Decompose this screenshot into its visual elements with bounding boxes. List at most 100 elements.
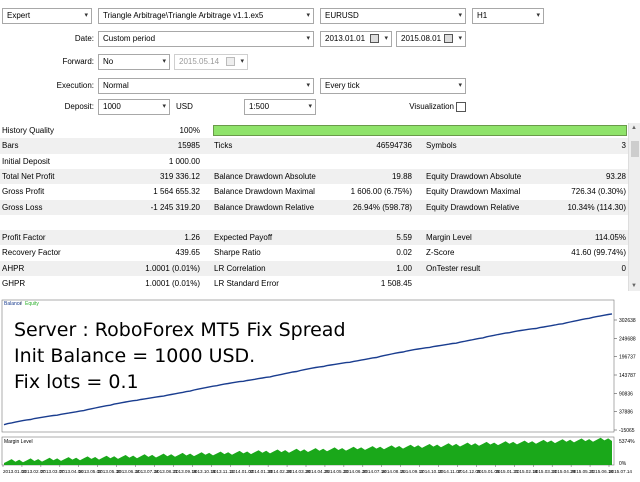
chevron-down-icon: ▾ bbox=[306, 35, 310, 42]
overlay-line-server: Server : RoboForex MT5 Fix Spread bbox=[14, 319, 346, 341]
stat-label: OnTester result bbox=[426, 263, 481, 273]
stat-value: 5.59 bbox=[396, 233, 412, 243]
deposit-value: 1000 bbox=[103, 102, 121, 111]
stat-value: 1 000.00 bbox=[168, 156, 200, 166]
stat-value: 1.0001 (0.01%) bbox=[145, 279, 200, 288]
stat-value: 10.34% (114.30) bbox=[567, 202, 626, 212]
scroll-thumb[interactable] bbox=[631, 141, 639, 157]
stat-value: 93.28 bbox=[605, 171, 626, 181]
stats-row: AHPR 1.0001 (0.01%) LR Correlation 1.00 OnTe… bbox=[0, 260, 628, 276]
stat-value: 439.65 bbox=[175, 248, 200, 258]
chevron-down-icon: ▾ bbox=[162, 58, 166, 65]
history-quality-label: History Quality bbox=[2, 126, 55, 135]
y-tick-label: -15065 bbox=[619, 428, 635, 434]
stat-label: Total Net Profit bbox=[2, 171, 55, 181]
date-to-picker[interactable]: 2015.08.01 ▾ bbox=[396, 31, 466, 47]
y-tick-label: 143787 bbox=[619, 373, 636, 379]
stats-row bbox=[0, 215, 628, 230]
forward-value: No bbox=[103, 57, 114, 66]
chevron-down-icon: ▾ bbox=[162, 103, 166, 110]
chevron-down-icon: ▾ bbox=[458, 12, 462, 19]
stat-value: 3 bbox=[621, 141, 626, 151]
date-mode-select[interactable]: Custom period ▾ bbox=[98, 31, 314, 47]
execution-select[interactable]: Normal ▾ bbox=[98, 78, 314, 94]
stat-label: Z-Score bbox=[426, 248, 455, 258]
expert-select[interactable]: Triangle Arbitrage\Triangle Arbitrage v1… bbox=[98, 8, 314, 24]
stat-value: 1 508.45 bbox=[380, 279, 412, 288]
stat-value: 26.94% (598.78) bbox=[352, 202, 412, 212]
stats-row: Gross Loss -1 245 319.20 Balance Drawdown … bbox=[0, 199, 628, 215]
overlay-line-balance: Init Balance = 1000 USD. bbox=[14, 345, 256, 367]
currency-label: USD bbox=[176, 102, 193, 111]
chevron-down-icon: ▾ bbox=[536, 12, 540, 19]
stats-row: Recovery Factor 439.65 Sharpe Ratio 0.02 Z-S… bbox=[0, 245, 628, 260]
deposit-select[interactable]: 1000 ▾ bbox=[98, 99, 170, 115]
expert-value: Triangle Arbitrage\Triangle Arbitrage v1… bbox=[103, 11, 264, 20]
stat-label: Profit Factor bbox=[2, 233, 46, 243]
stat-label: Margin Level bbox=[426, 233, 472, 243]
forward-select[interactable]: No ▾ bbox=[98, 54, 170, 70]
stat-value: 726.34 (0.30%) bbox=[571, 187, 626, 197]
chevron-down-icon: ▾ bbox=[240, 58, 244, 65]
forward-date-picker[interactable]: 2015.05.14 ▾ bbox=[174, 54, 248, 70]
margin-tick-top: 5374% bbox=[619, 439, 635, 445]
deposit-label: Deposit: bbox=[64, 102, 94, 111]
stat-value: 114.05% bbox=[595, 233, 626, 243]
stats-row: Gross Profit 1 564 655.32 Balance Drawdown… bbox=[0, 184, 628, 199]
tick-model-select[interactable]: Every tick ▾ bbox=[320, 78, 466, 94]
leverage-value: 1:500 bbox=[249, 102, 270, 111]
legend-equity: Equity bbox=[25, 301, 39, 307]
date-to-value: 2015.08.01 bbox=[401, 34, 442, 43]
stat-label: Gross Loss bbox=[2, 202, 43, 212]
stat-label: Recovery Factor bbox=[2, 248, 61, 258]
chevron-down-icon: ▾ bbox=[306, 12, 310, 19]
y-tick-label: 196737 bbox=[619, 355, 636, 361]
execution-label: Execution: bbox=[56, 81, 94, 90]
chevron-down-icon: ▾ bbox=[308, 103, 312, 110]
timeframe-select[interactable]: H1 ▾ bbox=[472, 8, 544, 24]
stats-row: Initial Deposit 1 000.00 bbox=[0, 154, 628, 169]
y-tick-label: 302638 bbox=[619, 318, 636, 324]
scroll-up-icon[interactable]: ▲ bbox=[631, 125, 637, 131]
stat-value: 41.60 (99.74%) bbox=[571, 248, 626, 258]
forward-date-value: 2015.05.14 bbox=[179, 57, 220, 66]
stat-label: Sharpe Ratio bbox=[214, 248, 261, 258]
overlay-line-lots: Fix lots = 0.1 bbox=[14, 371, 139, 393]
chevron-down-icon: ▾ bbox=[458, 82, 462, 89]
stats-row: Bars 15985 Ticks 46594736 Symbols 3 bbox=[0, 138, 628, 154]
y-tick-label: 37886 bbox=[619, 410, 633, 416]
stat-value: 0.02 bbox=[396, 248, 412, 258]
stat-label: Equity Drawdown Maximal bbox=[426, 187, 521, 197]
tick-model-value: Every tick bbox=[325, 81, 360, 90]
stat-value: -1 245 319.20 bbox=[150, 202, 200, 212]
forward-label: Forward: bbox=[62, 57, 94, 66]
stat-label: Ticks bbox=[214, 141, 233, 151]
stat-label: AHPR bbox=[2, 263, 25, 273]
stat-value: 46594736 bbox=[376, 141, 412, 151]
margin-tick-bottom: 0% bbox=[619, 461, 627, 467]
scroll-down-icon[interactable]: ▼ bbox=[631, 283, 637, 289]
stat-value: 1.00 bbox=[396, 263, 412, 273]
mode-select[interactable]: Expert ▾ bbox=[2, 8, 92, 24]
stats-scrollbar[interactable]: ▲ ▼ bbox=[628, 123, 640, 291]
chevron-down-icon: ▾ bbox=[384, 35, 388, 42]
stat-value: 15985 bbox=[177, 141, 200, 151]
stat-value: 1 564 655.32 bbox=[153, 187, 200, 197]
y-tick-label: 249688 bbox=[619, 336, 636, 342]
stat-label: Symbols bbox=[426, 141, 457, 151]
symbol-select[interactable]: EURUSD ▾ bbox=[320, 8, 466, 24]
leverage-select[interactable]: 1:500 ▾ bbox=[244, 99, 316, 115]
calendar-icon bbox=[444, 34, 453, 43]
stat-label: LR Correlation bbox=[214, 263, 266, 273]
date-from-picker[interactable]: 2013.01.01 ▾ bbox=[320, 31, 392, 47]
stats-row: Total Net Profit 319 336.12 Balance Drawdo… bbox=[0, 168, 628, 185]
history-quality-value: 100% bbox=[179, 126, 200, 135]
chevron-down-icon: ▾ bbox=[458, 35, 462, 42]
visualization-checkbox[interactable] bbox=[456, 102, 466, 112]
symbol-value: EURUSD bbox=[325, 11, 359, 20]
stat-label: Equity Drawdown Relative bbox=[426, 202, 520, 212]
chevron-down-icon: ▾ bbox=[306, 82, 310, 89]
stat-label: Initial Deposit bbox=[2, 156, 51, 166]
stat-value: 0 bbox=[621, 263, 626, 273]
calendar-icon bbox=[370, 34, 379, 43]
